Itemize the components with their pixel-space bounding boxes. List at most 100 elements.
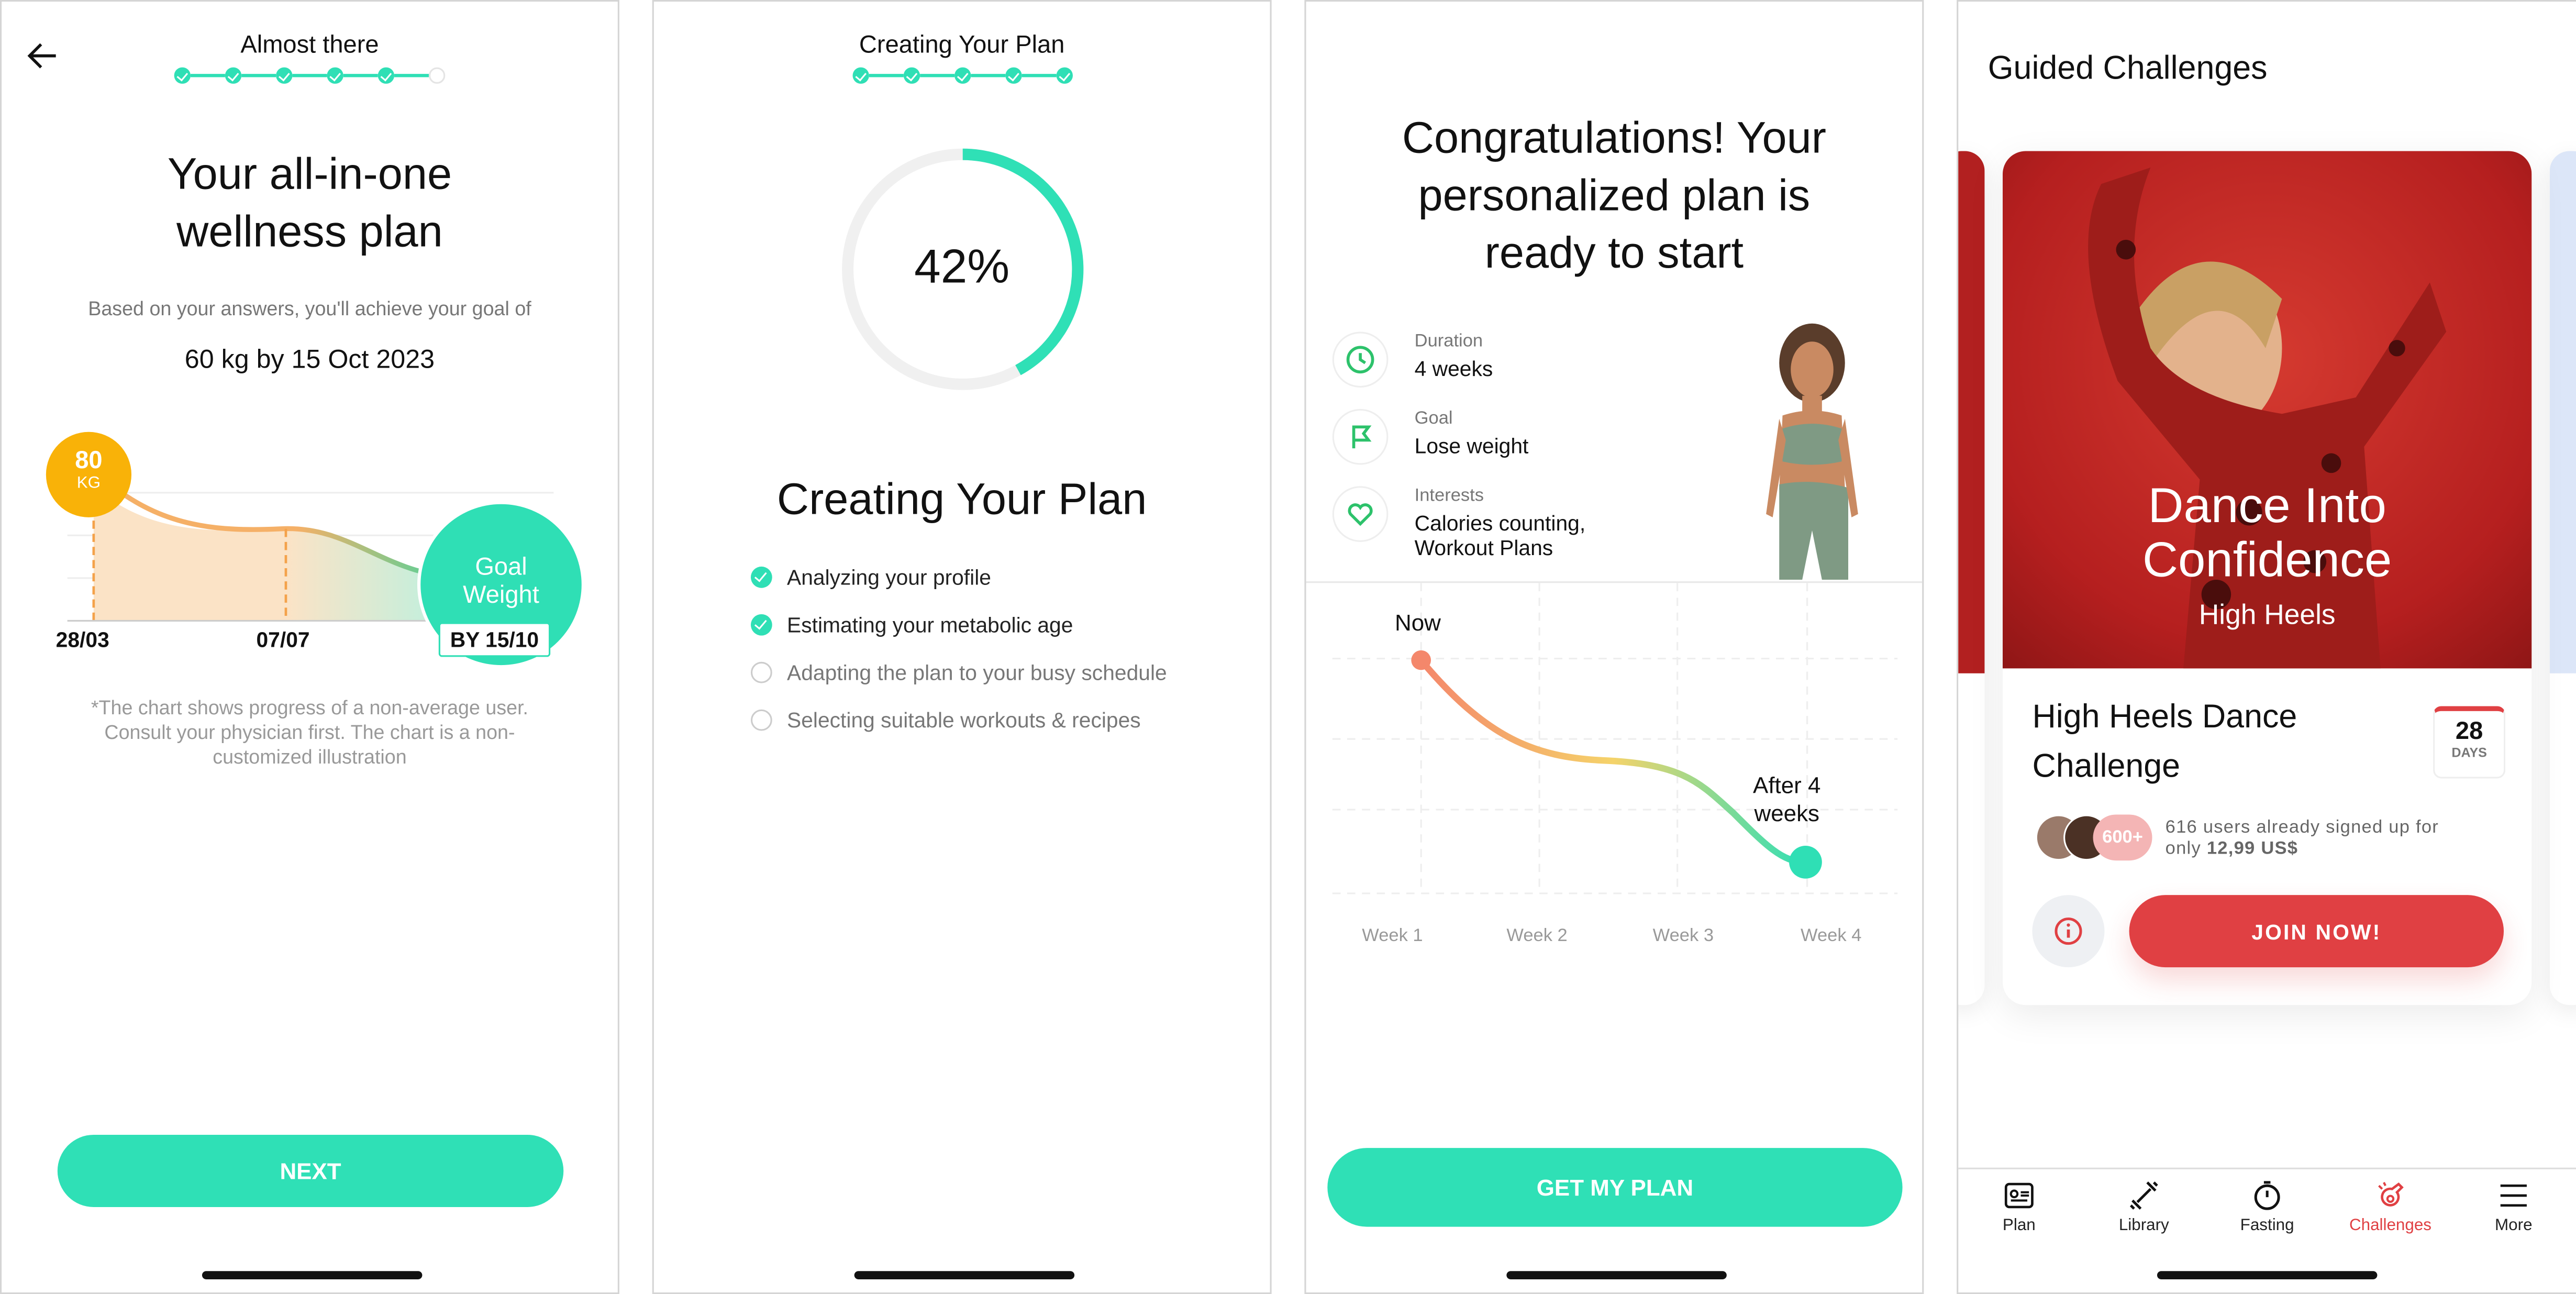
detail-value: Lose weight: [1414, 433, 1529, 458]
tab-label: Library: [2118, 1216, 2169, 1235]
dumbbell-icon: [2129, 1181, 2158, 1210]
screen-creating-plan: Creating Your Plan 42% Creating Your Pla…: [652, 0, 1272, 1294]
detail-duration: Duration 4 weeks: [1332, 331, 1493, 388]
week-label: Week 4: [1801, 926, 1862, 946]
tab-label: Challenges: [2349, 1216, 2431, 1235]
after-label-line: weeks: [1754, 800, 1820, 826]
price-prefix: only: [2165, 839, 2201, 859]
screen-wellness-plan: Almost there Your all-in-one wellness pl…: [0, 0, 619, 1294]
disclaimer-line: customized illustration: [213, 745, 407, 769]
week-label: Week 3: [1652, 926, 1714, 946]
challenge-title-line: High Heels Dance: [2032, 699, 2297, 736]
progress-chart: [1332, 583, 1898, 894]
days-label: DAYS: [2451, 745, 2487, 760]
challenge-banner[interactable]: Dance Into Confidence High Heels: [2002, 151, 2532, 669]
plan-icon: [2004, 1182, 2034, 1209]
start-weight-badge: 80 KG: [46, 432, 132, 517]
disclaimer-line: *The chart shows progress of a non-avera…: [91, 696, 529, 720]
goal-label: Goal: [475, 553, 527, 582]
check-circle-icon: [750, 614, 772, 636]
detail-value-line: Workout Plans: [1414, 535, 1553, 560]
checklist-label: Adapting the plan to your busy schedule: [787, 660, 1167, 685]
checklist-item: Analyzing your profile: [750, 554, 1167, 601]
home-indicator: [854, 1271, 1075, 1279]
checklist-item: Adapting the plan to your busy schedule: [750, 649, 1167, 696]
banner-title: Dance Into Confidence: [2003, 480, 2531, 588]
date-label: 07/07: [256, 627, 310, 652]
detail-label: Goal: [1414, 408, 1453, 429]
tab-label: More: [2495, 1216, 2533, 1235]
detail-label: Interests: [1414, 486, 1484, 506]
flag-icon: [1332, 408, 1389, 465]
heart-icon: [1332, 486, 1389, 542]
users-count-badge: 600+: [2093, 814, 2152, 861]
now-point: [1411, 650, 1431, 670]
detail-goal: Goal Lose weight: [1332, 408, 1529, 465]
home-indicator: [202, 1271, 423, 1279]
prev-card-peek[interactable]: [1958, 151, 1985, 1005]
check-circle-icon: [750, 566, 772, 588]
users-text-line: 616 users already signed up for: [2165, 817, 2439, 838]
challenge-title: High Heels Dance Challenge: [2032, 693, 2297, 791]
next-button[interactable]: NEXT: [57, 1134, 564, 1207]
title-line: ready to start: [1484, 228, 1744, 278]
tab-library[interactable]: Library: [2095, 1181, 2193, 1235]
join-now-button[interactable]: JOIN NOW!: [2129, 895, 2504, 968]
goal-date-label: BY 15/10: [438, 622, 551, 657]
goal-label: Weight: [463, 581, 539, 610]
detail-value-line: Calories counting,: [1414, 511, 1586, 536]
checklist-item: Estimating your metabolic age: [750, 601, 1167, 649]
checklist-label: Selecting suitable workouts & recipes: [787, 707, 1141, 733]
step-title: Creating Your Plan: [859, 31, 1065, 59]
info-button[interactable]: [2032, 895, 2105, 968]
banner-subtitle: High Heels: [2199, 599, 2336, 631]
page-title: Creating Your Plan: [776, 474, 1147, 524]
tab-label: Plan: [2002, 1216, 2036, 1235]
progress-percent: 42%: [914, 241, 1010, 294]
goal-text: 60 kg by 15 Oct 2023: [184, 346, 435, 375]
get-my-plan-button[interactable]: GET MY PLAN: [1327, 1148, 1903, 1227]
date-label: 28/03: [55, 627, 109, 652]
now-label: Now: [1394, 609, 1441, 636]
whistle-icon: [2378, 1182, 2404, 1207]
clock-icon: [1332, 331, 1389, 388]
dancer-image: [2088, 167, 2447, 669]
after-label: After 4 weeks: [1753, 772, 1820, 828]
menu-icon: [2500, 1184, 2527, 1207]
tab-fasting[interactable]: Fasting: [2218, 1181, 2316, 1235]
tab-more[interactable]: More: [2464, 1181, 2563, 1235]
home-indicator: [1506, 1271, 1727, 1279]
challenge-title-line: Challenge: [2032, 749, 2181, 786]
checklist: Analyzing your profile Estimating your me…: [750, 554, 1167, 744]
page-title: Your all-in-one wellness plan: [2, 146, 618, 261]
week-label: Week 2: [1506, 926, 1568, 946]
after-label-line: After 4: [1753, 771, 1821, 799]
tab-challenges[interactable]: Challenges: [2341, 1181, 2439, 1235]
detail-value: 4 weeks: [1414, 356, 1493, 381]
title-line: wellness plan: [176, 207, 443, 257]
disclaimer: *The chart shows progress of a non-avera…: [2, 696, 618, 770]
days-value: 28: [2455, 717, 2483, 746]
step-title: Almost there: [240, 31, 379, 59]
screen-plan-ready: Congratulations! Your personalized plan …: [1304, 0, 1924, 1294]
banner-title-line: Confidence: [2142, 534, 2392, 588]
title-line: personalized plan is: [1418, 171, 1811, 220]
users-text: 616 users already signed up for only 12,…: [2166, 818, 2439, 861]
step-progress: [174, 67, 446, 84]
page-title: Guided Challenges: [1987, 51, 2268, 87]
challenge-card[interactable]: Dance Into Confidence High Heels High Hee…: [2002, 151, 2532, 1005]
days-badge: 28 DAYS: [2433, 706, 2506, 779]
title-line: Your all-in-one: [167, 149, 452, 199]
start-weight-unit: KG: [76, 474, 101, 493]
tab-plan[interactable]: Plan: [1970, 1181, 2068, 1235]
step-progress: [852, 67, 1073, 84]
price: 12,99 US$: [2206, 839, 2299, 859]
detail-label: Duration: [1414, 331, 1483, 352]
checklist-item: Selecting suitable workouts & recipes: [750, 696, 1167, 744]
info-icon: [2055, 917, 2082, 945]
checklist-label: Analyzing your profile: [787, 565, 992, 590]
next-card-peek[interactable]: [2549, 151, 2576, 1005]
screen-guided-challenges: Guided Challenges Dance Into Confidence H…: [1957, 0, 2576, 1294]
detail-value: Calories counting, Workout Plans: [1415, 511, 1586, 560]
subtitle: Based on your answers, you'll achieve yo…: [88, 297, 531, 320]
